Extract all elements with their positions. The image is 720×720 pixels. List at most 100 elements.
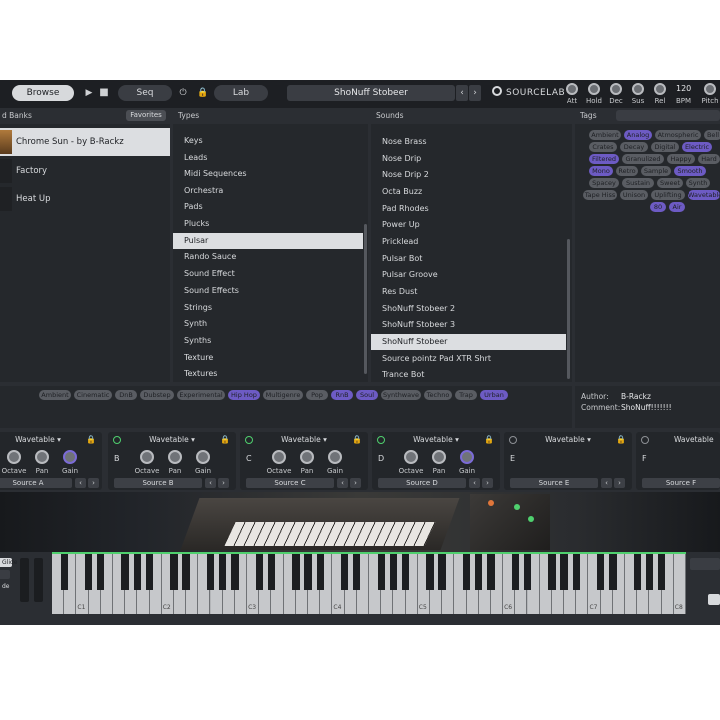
tag-chip[interactable]: Granulized <box>622 154 664 164</box>
black-key[interactable] <box>389 554 398 590</box>
list-item[interactable]: Texture <box>173 350 363 366</box>
source-type-dropdown[interactable]: Wavetable ▾ <box>372 435 500 444</box>
list-item[interactable]: Midi Sequences <box>173 166 363 182</box>
prev-button[interactable]: ‹ <box>337 478 348 488</box>
favorites-button[interactable]: Favorites <box>126 110 166 121</box>
pan-knob[interactable] <box>300 450 314 464</box>
black-key[interactable] <box>121 554 129 590</box>
pan-knob[interactable] <box>432 450 446 464</box>
genre-chip[interactable]: Soul <box>356 390 378 400</box>
tag-chip[interactable]: Mono <box>589 166 613 176</box>
next-preset-button[interactable]: › <box>469 85 481 101</box>
source-type-dropdown[interactable]: Wavetable ▾ <box>504 435 632 444</box>
octave-knob[interactable] <box>140 450 154 464</box>
source-name-field[interactable]: Source C <box>246 478 334 488</box>
source-name-field[interactable]: Source E <box>510 478 598 488</box>
black-key[interactable] <box>316 554 324 590</box>
list-item[interactable]: Pads <box>173 199 363 215</box>
list-item[interactable]: Pulsar Bot <box>371 251 566 267</box>
tag-chip[interactable]: Wavetable <box>688 190 720 200</box>
black-key[interactable] <box>645 554 654 590</box>
gain-knob[interactable] <box>328 450 342 464</box>
power-icon[interactable] <box>641 436 649 444</box>
genre-chip[interactable]: Multigenre <box>263 390 303 400</box>
black-key[interactable] <box>426 554 434 590</box>
mode-button[interactable] <box>0 570 10 579</box>
stop-icon[interactable]: ■ <box>99 88 109 98</box>
source-type-dropdown[interactable]: Wavetable ▾ <box>108 435 236 444</box>
mod-wheel[interactable] <box>34 558 43 602</box>
types-scrollbar[interactable] <box>364 224 367 374</box>
list-item[interactable]: Source pointz Pad XTR Shrt <box>371 351 566 367</box>
black-key[interactable] <box>633 554 641 590</box>
genre-chip[interactable]: RnB <box>331 390 353 400</box>
genre-chip[interactable]: Cinematic <box>74 390 112 400</box>
tag-chip[interactable]: Hard <box>698 154 720 164</box>
source-name-field[interactable]: Source A <box>0 478 72 488</box>
tag-chip[interactable]: Retro <box>616 166 638 176</box>
black-key[interactable] <box>609 554 617 590</box>
hold-knob[interactable] <box>588 83 600 95</box>
power-icon[interactable]: ⏻ <box>178 88 188 98</box>
list-item[interactable]: Nose Drip <box>371 151 566 167</box>
prev-button[interactable]: ‹ <box>75 478 86 488</box>
bank-item[interactable]: Heat Up <box>0 185 170 213</box>
list-item[interactable]: Pulsar <box>173 233 363 249</box>
source-name-field[interactable]: Source D <box>378 478 466 488</box>
attack-knob[interactable] <box>566 83 578 95</box>
next-button[interactable]: › <box>88 478 99 488</box>
genre-chip[interactable]: Synthwave <box>381 390 421 400</box>
gain-knob[interactable] <box>196 450 210 464</box>
list-item[interactable]: Octa Buzz <box>371 184 566 200</box>
decay-knob[interactable] <box>610 83 622 95</box>
tag-chip[interactable]: Unison <box>620 190 648 200</box>
source-type-dropdown[interactable]: Wavetable <box>674 435 720 444</box>
black-key[interactable] <box>353 554 361 590</box>
list-item[interactable]: Sound Effect <box>173 266 363 282</box>
black-key[interactable] <box>97 554 105 590</box>
seq-button[interactable]: Seq <box>118 85 172 101</box>
genre-chip[interactable]: Experimental <box>177 390 225 400</box>
list-item[interactable]: Trance Bot <box>371 367 566 382</box>
next-button[interactable]: › <box>614 478 625 488</box>
black-key[interactable] <box>475 554 483 590</box>
bank-item[interactable]: Factory <box>0 157 170 185</box>
octave-knob[interactable] <box>7 450 21 464</box>
prev-button[interactable]: ‹ <box>469 478 480 488</box>
bpm-value[interactable]: 120 <box>676 84 691 93</box>
black-key[interactable] <box>170 554 178 590</box>
list-item[interactable]: Nose Drip 2 <box>371 167 566 183</box>
black-key[interactable] <box>438 554 446 590</box>
tag-chip[interactable]: Air <box>669 202 685 212</box>
list-item[interactable]: Keys <box>173 133 363 149</box>
gain-knob[interactable] <box>460 450 474 464</box>
list-item[interactable]: Orchestra <box>173 183 363 199</box>
list-item[interactable]: Rando Sauce <box>173 249 363 265</box>
pitch-wheel[interactable] <box>20 558 29 602</box>
genre-chip[interactable]: Pop <box>306 390 328 400</box>
genre-chip[interactable]: DnB <box>115 390 137 400</box>
list-item[interactable]: ShoNuff Stobeer 2 <box>371 301 566 317</box>
prev-button[interactable]: ‹ <box>601 478 612 488</box>
browse-button[interactable]: Browse <box>12 85 74 101</box>
pan-knob[interactable] <box>35 450 49 464</box>
genre-chip[interactable]: Trap <box>455 390 477 400</box>
pan-knob[interactable] <box>168 450 182 464</box>
black-key[interactable] <box>206 554 215 590</box>
genre-chip[interactable]: Dubstep <box>140 390 174 400</box>
black-key[interactable] <box>182 554 190 590</box>
sustain-knob[interactable] <box>632 83 644 95</box>
tag-chip[interactable]: Uplifting <box>651 190 685 200</box>
list-item[interactable]: Plucks <box>173 216 363 232</box>
black-key[interactable] <box>548 554 556 590</box>
list-item[interactable]: Pad Rhodes <box>371 201 566 217</box>
black-key[interactable] <box>523 554 532 590</box>
keyboard-option-button[interactable] <box>690 558 720 570</box>
genre-chip[interactable]: Ambient <box>39 390 71 400</box>
prev-button[interactable]: ‹ <box>205 478 216 488</box>
tag-chip[interactable]: Crates <box>589 142 617 152</box>
black-key[interactable] <box>657 554 666 590</box>
list-item[interactable]: Nose Brass <box>371 134 566 150</box>
prev-preset-button[interactable]: ‹ <box>456 85 468 101</box>
tag-chip[interactable]: Digital <box>651 142 679 152</box>
